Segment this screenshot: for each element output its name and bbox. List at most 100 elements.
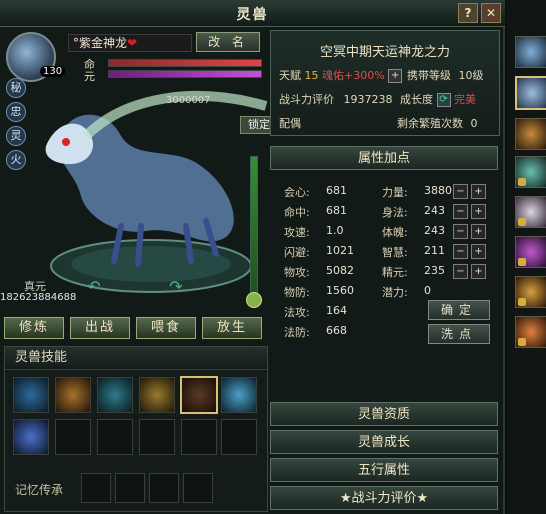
attr-constitution: 体魄: 243: [382, 224, 445, 239]
memory-slot-2[interactable]: [115, 473, 145, 503]
lock-icon: [518, 338, 526, 346]
strength-minus-button[interactable]: −: [453, 184, 468, 199]
train-button[interactable]: 修炼: [4, 317, 64, 339]
talent-plus-button[interactable]: +: [388, 69, 403, 83]
skill-slot-10[interactable]: [139, 419, 175, 455]
help-button[interactable]: ?: [458, 3, 478, 23]
attr-atkspeed: 攻速: 1.0: [284, 224, 344, 239]
attr-dodge: 闪避: 1021: [284, 244, 354, 259]
food-icon[interactable]: [246, 292, 262, 308]
attr-essence: 精元: 235: [382, 264, 445, 279]
lock-icon: [518, 298, 526, 306]
pet-window: 灵兽 ? ✕ 130 °紫金神龙❤ 改 名 命 元 秘 忠 灵 火 300000…: [0, 0, 505, 514]
mate-label: 配偶: [279, 117, 301, 130]
memory-inherit-label: 记忆传承: [15, 483, 64, 497]
rotate-right-icon[interactable]: ↷: [164, 279, 188, 295]
agility-plus-button[interactable]: +: [471, 204, 486, 219]
skill-slot-11[interactable]: [181, 419, 217, 455]
strength-plus-button[interactable]: +: [471, 184, 486, 199]
reset-points-button[interactable]: 洗点: [428, 324, 490, 344]
zhenyuan-value: 182623884688: [0, 292, 77, 303]
release-button[interactable]: 放生: [202, 317, 262, 339]
growth-value: 完美: [454, 93, 476, 106]
section-aptitude[interactable]: 灵兽资质: [270, 402, 498, 426]
attr-mdef: 法防: 668: [284, 324, 347, 339]
spirit-button[interactable]: 灵: [6, 126, 26, 146]
pet-list-item-6[interactable]: [515, 236, 546, 268]
rotate-left-icon[interactable]: ↶: [82, 279, 106, 295]
memory-slot-1[interactable]: [81, 473, 111, 503]
wisdom-plus-button[interactable]: +: [471, 244, 486, 259]
skill-slot-6[interactable]: [221, 377, 257, 413]
lock-icon: [518, 258, 526, 266]
pet-skills-panel: 灵兽技能 记忆传承: [4, 346, 268, 512]
attr-agility: 身法: 243: [382, 204, 445, 219]
pet-list-item-4[interactable]: [515, 156, 546, 188]
attr-strength: 力量: 3880: [382, 184, 452, 199]
skills-header: 灵兽技能: [5, 347, 267, 370]
carry-level-value: 10级: [458, 69, 484, 82]
battle-button[interactable]: 出战: [70, 317, 130, 339]
breed-row: 剩余繁殖次数 0: [397, 115, 478, 131]
constitution-minus-button[interactable]: −: [453, 224, 468, 239]
feed-button[interactable]: 喂食: [136, 317, 196, 339]
title-bar: 灵兽 ? ✕: [0, 0, 505, 27]
skill-slot-1[interactable]: [13, 377, 49, 413]
power-value: 1937238: [343, 93, 393, 106]
skill-slot-2[interactable]: [55, 377, 91, 413]
essence-minus-button[interactable]: −: [453, 264, 468, 279]
carry-level-label: 携带等级: [407, 69, 451, 82]
skill-slot-8[interactable]: [55, 419, 91, 455]
lock-icon: [518, 218, 526, 226]
attr-pdef: 物防: 1560: [284, 284, 354, 299]
lock-icon: [518, 178, 526, 186]
attr-patk: 物攻: 5082: [284, 264, 354, 279]
pet-list-item-1[interactable]: [515, 36, 546, 68]
loyalty-button[interactable]: 忠: [6, 102, 26, 122]
pet-display-panel: 130 °紫金神龙❤ 改 名 命 元 秘 忠 灵 火 3000007 锁定 真元…: [0, 26, 278, 344]
section-growth[interactable]: 灵兽成长: [270, 430, 498, 454]
constitution-plus-button[interactable]: +: [471, 224, 486, 239]
section-five-elements[interactable]: 五行属性: [270, 458, 498, 482]
dragon-pet-illustration: [45, 91, 268, 293]
pet-list-item-8[interactable]: [515, 316, 546, 348]
fire-button[interactable]: 火: [6, 150, 26, 170]
refresh-icon[interactable]: ⟳: [436, 93, 451, 107]
talent-value: 15: [304, 69, 319, 82]
growth-label: 成长度: [400, 93, 433, 106]
attr-hit: 命中: 681: [284, 204, 347, 219]
skill-slot-7[interactable]: [13, 419, 49, 455]
pet-list-item-3[interactable]: [515, 118, 546, 150]
skill-slot-4[interactable]: [139, 377, 175, 413]
pet-name: °紫金神龙: [73, 36, 128, 50]
pet-list-item-7[interactable]: [515, 276, 546, 308]
close-button[interactable]: ✕: [481, 3, 501, 23]
attr-wisdom: 智慧: 211: [382, 244, 445, 259]
attr-matk: 法攻: 164: [284, 304, 347, 319]
secret-button[interactable]: 秘: [6, 78, 26, 98]
talent-bonus: 魂佑+300%: [322, 69, 385, 82]
attr-crit: 会心: 681: [284, 184, 347, 199]
skill-slot-3[interactable]: [97, 377, 133, 413]
pet-name-field: °紫金神龙❤: [68, 34, 192, 52]
section-power-rating[interactable]: ★战斗力评价★: [270, 486, 498, 510]
breed-label: 剩余繁殖次数: [397, 117, 463, 130]
pet-list-item-2[interactable]: [515, 76, 546, 110]
pet-realm-title: 空冥中期天运神龙之力: [319, 45, 450, 60]
loyalty-vertical-bar: [250, 156, 258, 306]
breed-value: 0: [470, 117, 478, 130]
confirm-button[interactable]: 确定: [428, 300, 490, 320]
action-bar: 修炼 出战 喂食 放生: [4, 317, 266, 341]
rename-button[interactable]: 改 名: [196, 32, 260, 52]
skill-slot-5[interactable]: [180, 376, 218, 414]
pet-list-item-5[interactable]: [515, 196, 546, 228]
agility-minus-button[interactable]: −: [453, 204, 468, 219]
skill-slot-12[interactable]: [221, 419, 257, 455]
attr-potential: 潜力: 0: [382, 284, 431, 299]
essence-plus-button[interactable]: +: [471, 264, 486, 279]
memory-slot-4[interactable]: [183, 473, 213, 503]
carry-level-row: 携带等级 10级: [407, 67, 484, 83]
skill-slot-9[interactable]: [97, 419, 133, 455]
wisdom-minus-button[interactable]: −: [453, 244, 468, 259]
memory-slot-3[interactable]: [149, 473, 179, 503]
